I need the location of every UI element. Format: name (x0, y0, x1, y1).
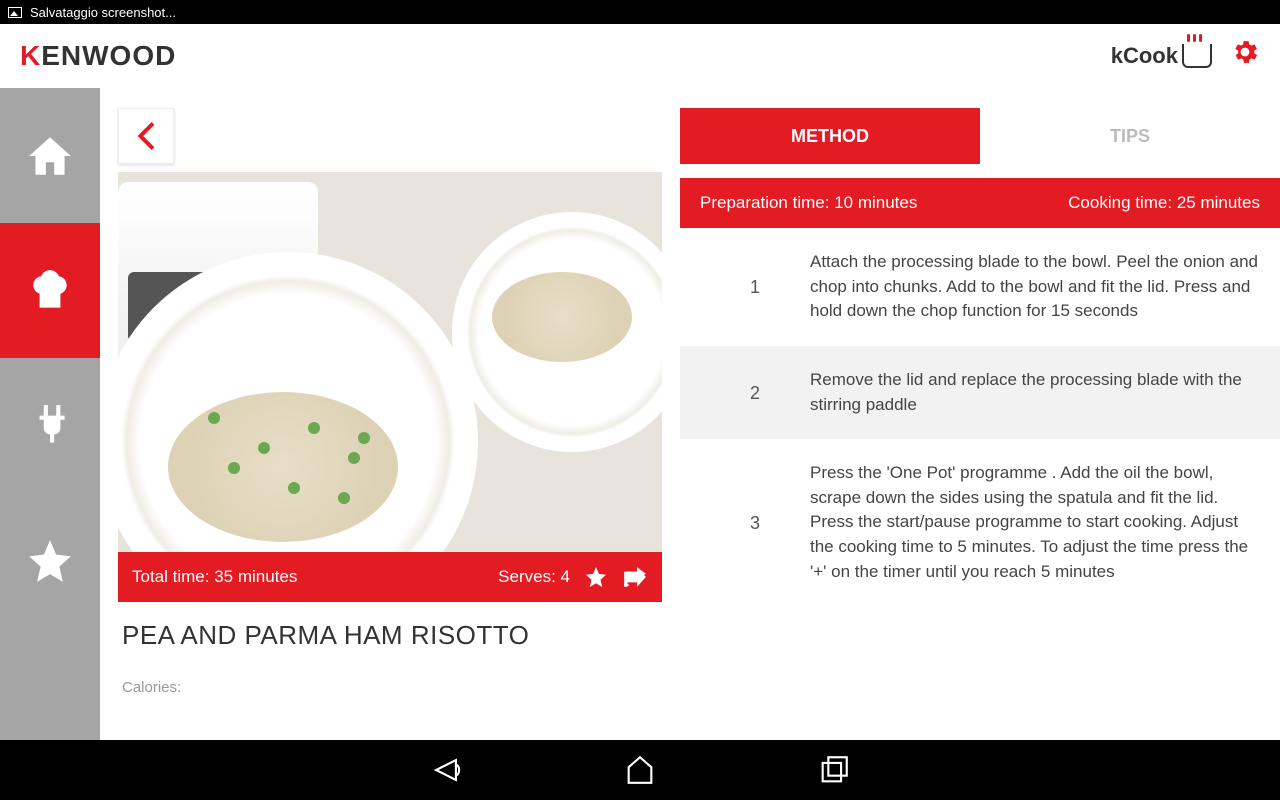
sidebar-item-home[interactable] (0, 88, 100, 223)
plug-icon (25, 401, 75, 451)
total-time: Total time: 35 minutes (132, 567, 297, 587)
step-text: Remove the lid and replace the processin… (810, 368, 1260, 417)
time-bar: Preparation time: 10 minutes Cooking tim… (680, 178, 1280, 228)
sidebar-item-appliances[interactable] (0, 358, 100, 493)
sidebar-item-recipes[interactable] (0, 223, 100, 358)
android-recent-button[interactable] (817, 753, 851, 787)
recipe-panel: Total time: 35 minutes Serves: 4 PEA AND… (100, 88, 680, 740)
step-number: 1 (700, 250, 810, 324)
kenwood-logo: KENWOOD (20, 40, 176, 72)
steps-list[interactable]: 1 Attach the processing blade to the bow… (680, 228, 1280, 740)
app-header: KENWOOD kCook (0, 24, 1280, 88)
method-panel: METHOD TIPS Preparation time: 10 minutes… (680, 88, 1280, 740)
tab-method[interactable]: METHOD (680, 108, 980, 164)
step-number: 3 (700, 461, 810, 584)
android-back-button[interactable] (429, 753, 463, 787)
step-text: Attach the processing blade to the bowl.… (810, 250, 1260, 324)
android-status-bar: Salvataggio screenshot... (0, 0, 1280, 24)
favorite-button[interactable] (584, 565, 608, 589)
home-icon (25, 131, 75, 181)
recipe-title: PEA AND PARMA HAM RISOTTO (118, 602, 662, 659)
chevron-left-icon (137, 122, 155, 150)
step-number: 2 (700, 368, 810, 417)
android-home-button[interactable] (623, 753, 657, 787)
back-button[interactable] (118, 108, 174, 164)
screenshot-icon (8, 7, 22, 18)
chef-hat-icon (25, 266, 75, 316)
recipe-image (118, 172, 662, 552)
share-button[interactable] (622, 564, 648, 590)
calories-label: Calories: (118, 659, 662, 696)
status-text: Salvataggio screenshot... (30, 5, 176, 20)
recipe-info-bar: Total time: 35 minutes Serves: 4 (118, 552, 662, 602)
prep-time: Preparation time: 10 minutes (700, 193, 917, 213)
sidebar-item-favorites[interactable] (0, 493, 100, 628)
step-text: Press the 'One Pot' programme . Add the … (810, 461, 1260, 584)
step-item: 1 Attach the processing blade to the bow… (680, 228, 1280, 346)
sidebar-nav (0, 88, 100, 740)
serves: Serves: 4 (498, 567, 570, 587)
step-item: 3 Press the 'One Pot' programme . Add th… (680, 439, 1280, 606)
settings-button[interactable] (1230, 37, 1260, 75)
tab-tips[interactable]: TIPS (980, 108, 1280, 164)
step-item: 2 Remove the lid and replace the process… (680, 346, 1280, 439)
pot-icon (1182, 44, 1212, 68)
cook-time: Cooking time: 25 minutes (1068, 193, 1260, 213)
kcook-logo: kCook (1111, 43, 1212, 69)
recipe-tabs: METHOD TIPS (680, 108, 1280, 164)
android-nav-bar (0, 740, 1280, 800)
star-icon (25, 536, 75, 586)
